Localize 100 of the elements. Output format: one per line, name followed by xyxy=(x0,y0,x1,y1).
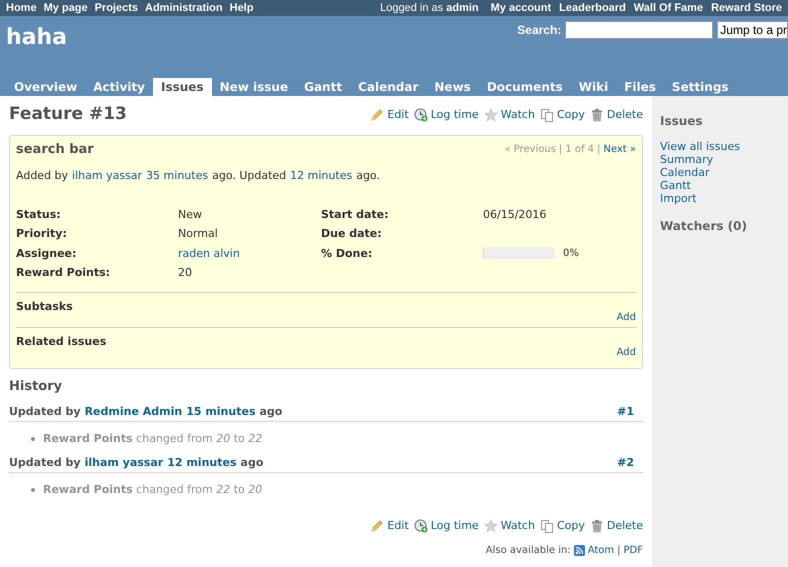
search-label: Search: xyxy=(517,22,562,39)
sidebar-link[interactable]: Import xyxy=(660,192,780,205)
section-title: Subtasks xyxy=(16,299,73,316)
attribute-value: 20 xyxy=(178,265,192,281)
separator-text: | xyxy=(558,142,562,157)
project-tab[interactable]: New issue xyxy=(212,78,296,96)
project-tab[interactable]: Calendar xyxy=(350,78,426,96)
project-tab[interactable]: News xyxy=(426,78,479,96)
attribute-value: New xyxy=(178,206,202,222)
top-menu-link[interactable]: Leaderboard xyxy=(559,0,626,16)
action-link[interactable]: Log time xyxy=(430,106,479,123)
sidebar-link[interactable]: View all issues xyxy=(660,140,780,153)
bullet-icon xyxy=(31,436,35,441)
action-link[interactable]: Copy xyxy=(556,106,585,123)
attribute-label: % Done: xyxy=(321,246,374,262)
issue-title: Feature #13 xyxy=(9,103,127,126)
attribute-value[interactable]: raden alvin xyxy=(178,244,240,263)
action-link[interactable]: Log time xyxy=(430,518,479,534)
author-text: Added by xyxy=(16,168,68,184)
action-link[interactable]: Edit xyxy=(387,106,409,123)
sidebar-title: Issues xyxy=(660,113,704,130)
top-menu-link[interactable]: Administration xyxy=(145,0,223,16)
search-field[interactable] xyxy=(565,21,714,39)
attribute-label: Assignee: xyxy=(16,246,78,262)
project-tab[interactable]: Files xyxy=(616,78,664,96)
top-menu-link[interactable]: Reward Store xyxy=(711,0,782,16)
journal-text: Updated by xyxy=(9,455,81,471)
add-link[interactable]: Add xyxy=(616,310,636,324)
journal-detail: Reward Points changed from 22 to 20 xyxy=(43,482,262,498)
time-link[interactable]: 15 minutes xyxy=(186,404,256,420)
user-link[interactable]: ilham yassar xyxy=(84,455,164,472)
top-menu-link[interactable]: My page xyxy=(44,0,88,16)
separator-text: | xyxy=(617,544,621,558)
format-link[interactable]: PDF xyxy=(624,542,643,558)
time-link[interactable]: 12 minutes xyxy=(167,455,237,472)
bullet-icon xyxy=(31,488,35,492)
top-menu-link[interactable]: Wall Of Fame xyxy=(634,0,704,16)
pencil-icon xyxy=(370,108,384,122)
attribute-label: Priority: xyxy=(16,226,68,242)
logged-in-text: Logged in as admin xyxy=(380,0,479,16)
add-link[interactable]: Add xyxy=(616,344,636,360)
journal-detail: Reward Points changed from 20 to 22 xyxy=(43,430,262,446)
project-tab[interactable]: Gantt xyxy=(296,78,350,96)
sidebar-link[interactable]: Calendar xyxy=(660,166,780,179)
star-icon xyxy=(484,108,498,122)
format-link[interactable]: Atom xyxy=(588,542,614,558)
journal-number-link[interactable]: #1 xyxy=(617,404,634,420)
action-link[interactable]: Edit xyxy=(387,518,409,534)
project-tab[interactable]: Overview xyxy=(6,78,86,96)
attribute-value: 06/15/2016 xyxy=(483,206,546,222)
author-link[interactable]: 35 minutes xyxy=(146,168,208,184)
pencil-icon xyxy=(370,519,384,534)
feed-icon xyxy=(574,544,585,556)
attribute-label: Start date: xyxy=(321,206,390,222)
action-link[interactable]: Watch xyxy=(500,518,535,534)
attribute-label: Status: xyxy=(16,206,62,222)
action-link[interactable]: Delete xyxy=(606,518,643,534)
section-title: Related issues xyxy=(16,334,106,350)
journal-number-link[interactable]: #2 xyxy=(617,455,634,472)
sidebar-link[interactable]: Gantt xyxy=(660,179,780,192)
top-menu-link[interactable]: Help xyxy=(230,0,254,16)
attribute-label: Reward Points: xyxy=(16,265,112,281)
progress-reading: 0% xyxy=(563,246,579,260)
action-link[interactable]: Watch xyxy=(500,106,535,123)
project-tab[interactable]: Issues xyxy=(153,78,212,96)
next-link[interactable]: Next » xyxy=(603,142,636,157)
sidebar-title: Watchers (0) xyxy=(660,218,748,235)
copy-icon xyxy=(540,519,554,534)
star-icon xyxy=(484,519,498,534)
trash-icon xyxy=(590,519,604,534)
project-tab[interactable]: Activity xyxy=(85,78,153,96)
project-tab[interactable]: Documents xyxy=(478,78,571,96)
position-text: 1 of 4 xyxy=(565,142,594,157)
clock-icon xyxy=(414,519,428,534)
author-link[interactable]: ilham yassar xyxy=(72,168,142,184)
journal-text: Updated by xyxy=(9,404,81,420)
separator-text: | xyxy=(597,142,600,157)
project-tab[interactable]: Settings xyxy=(664,78,737,96)
formats-label: Also available in: xyxy=(486,544,571,558)
attribute-value: Normal xyxy=(178,226,218,242)
top-menu-link[interactable]: My account xyxy=(490,0,552,16)
project-tab[interactable]: Wiki xyxy=(570,78,616,96)
copy-icon xyxy=(540,108,554,122)
project-jump-select[interactable]: Jump to a pr xyxy=(717,21,788,39)
history-title: History xyxy=(9,378,64,396)
sidebar-link[interactable]: Summary xyxy=(660,153,780,166)
action-link[interactable]: Delete xyxy=(606,106,643,123)
attribute-label: Due date: xyxy=(321,226,383,242)
author-text: ago. xyxy=(356,168,380,184)
project-title: haha xyxy=(6,24,68,52)
action-link[interactable]: Copy xyxy=(556,518,585,534)
top-menu-link[interactable]: Projects xyxy=(94,0,138,16)
author-link[interactable]: 12 minutes xyxy=(290,168,352,184)
trash-icon xyxy=(590,108,604,122)
journal-text: ago xyxy=(260,404,282,420)
issue-subject: search bar xyxy=(16,140,94,158)
user-link[interactable]: Redmine Admin xyxy=(84,404,182,420)
top-menu-link[interactable]: Home xyxy=(6,0,37,16)
author-text: ago. Updated xyxy=(212,168,286,184)
clock-icon xyxy=(414,108,428,122)
